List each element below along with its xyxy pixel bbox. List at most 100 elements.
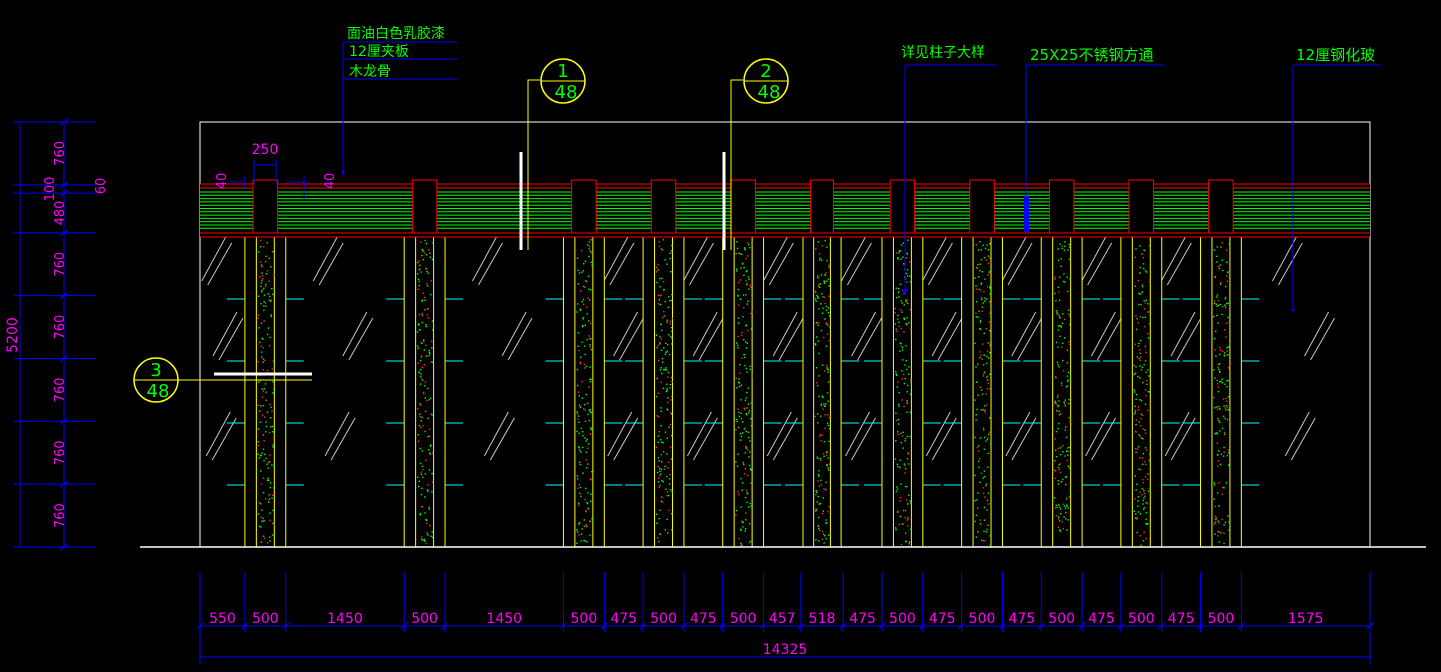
column-infill-dot bbox=[742, 421, 744, 423]
column-infill-dot bbox=[827, 371, 829, 373]
column-infill-dot bbox=[661, 357, 664, 360]
column-infill-dot bbox=[422, 258, 424, 261]
column-infill-dot bbox=[1057, 312, 1059, 315]
column-infill-dot bbox=[1055, 341, 1058, 344]
column-infill-dot bbox=[906, 519, 908, 521]
column-infill-dot bbox=[748, 456, 750, 458]
column-infill-dot bbox=[660, 407, 662, 409]
column-infill-dot bbox=[1056, 311, 1058, 314]
column-infill-dot bbox=[900, 327, 902, 330]
column-infill-dot bbox=[268, 432, 271, 434]
column-infill-dot bbox=[745, 341, 747, 343]
column-infill-dot bbox=[818, 352, 820, 355]
column-infill-dot bbox=[267, 327, 270, 329]
column-infill-dot bbox=[894, 307, 896, 310]
column-infill-dot bbox=[901, 346, 904, 349]
column-infill-dot bbox=[989, 330, 991, 332]
column-infill-dot bbox=[1214, 505, 1216, 508]
column-infill-dot bbox=[977, 492, 979, 494]
column-infill-dot bbox=[735, 428, 737, 431]
column-infill-dot bbox=[1144, 360, 1147, 362]
column-infill-dot bbox=[821, 530, 824, 533]
column-infill-dot bbox=[900, 244, 903, 246]
column-infill-dot bbox=[743, 473, 746, 475]
column-infill-dot bbox=[272, 251, 274, 253]
column-infill-dot bbox=[426, 285, 429, 287]
column-infill-dot bbox=[824, 274, 826, 276]
column-infill-dot bbox=[670, 399, 672, 401]
column-infill-dot bbox=[1215, 517, 1218, 519]
column-infill-dot bbox=[746, 303, 748, 305]
column-infill-dot bbox=[273, 388, 275, 390]
column-infill-dot bbox=[261, 337, 263, 340]
column-infill-dot bbox=[979, 458, 981, 460]
column-infill-dot bbox=[666, 321, 668, 323]
column-infill-dot bbox=[745, 280, 747, 282]
column-infill-dot bbox=[263, 305, 265, 307]
column-infill-dot bbox=[1221, 382, 1223, 384]
hdim-label: 475 bbox=[1168, 611, 1195, 627]
column-infill-dot bbox=[1138, 303, 1140, 306]
column-infill-dot bbox=[419, 403, 421, 405]
column-infill-dot bbox=[1069, 421, 1071, 423]
column-infill-dot bbox=[1213, 523, 1215, 525]
column-infill-dot bbox=[589, 411, 591, 413]
column-infill-dot bbox=[827, 400, 829, 402]
column-infill-dot bbox=[1139, 535, 1141, 537]
column-infill-dot bbox=[1217, 322, 1219, 324]
column-infill-dot bbox=[1060, 326, 1063, 328]
column-infill-dot bbox=[266, 369, 269, 372]
column-infill-dot bbox=[744, 452, 746, 454]
column-infill-dot bbox=[418, 485, 420, 488]
column-infill-dot bbox=[1217, 383, 1219, 385]
column-infill-dot bbox=[1218, 482, 1220, 484]
column-infill-dot bbox=[1137, 322, 1139, 324]
column-infill-dot bbox=[828, 428, 831, 430]
column-infill-dot bbox=[982, 375, 984, 377]
column-infill-dot bbox=[1144, 461, 1146, 463]
vdim-label: 760 bbox=[53, 252, 68, 277]
column-infill-dot bbox=[825, 403, 827, 405]
column-infill-dot bbox=[905, 301, 908, 304]
column-infill-dot bbox=[669, 489, 672, 491]
column-infill-dot bbox=[582, 270, 585, 272]
column-infill-dot bbox=[1223, 431, 1226, 434]
column-infill-dot bbox=[748, 464, 751, 467]
column-infill-dot bbox=[818, 375, 820, 377]
column-infill-dot bbox=[817, 495, 819, 498]
column-infill-dot bbox=[665, 342, 667, 344]
column-infill-dot bbox=[1224, 329, 1226, 331]
column-infill-dot bbox=[826, 259, 828, 262]
column-infill-dot bbox=[266, 270, 269, 272]
column-infill-dot bbox=[426, 519, 428, 522]
column-infill-dot bbox=[738, 411, 740, 414]
column-infill-dot bbox=[902, 447, 904, 449]
column-infill-dot bbox=[987, 524, 989, 526]
column-infill-dot bbox=[1054, 276, 1056, 278]
column-infill-dot bbox=[990, 303, 992, 305]
column-infill-dot bbox=[1064, 399, 1066, 401]
column bbox=[642, 236, 685, 548]
column-infill-dot bbox=[270, 299, 272, 301]
column-infill-dot bbox=[586, 502, 589, 505]
column-infill-dot bbox=[825, 305, 827, 308]
column-infill-dot bbox=[901, 311, 903, 313]
column-infill-dot bbox=[582, 435, 584, 437]
column-infill-dot bbox=[747, 431, 749, 434]
column-infill-dot bbox=[1220, 283, 1222, 285]
column-infill-dot bbox=[1226, 454, 1229, 457]
column-infill-dot bbox=[430, 444, 432, 446]
column-infill-dot bbox=[663, 347, 665, 349]
column-infill-dot bbox=[1139, 339, 1142, 342]
column-infill-dot bbox=[579, 449, 581, 451]
column-infill-dot bbox=[268, 479, 270, 482]
column-infill-dot bbox=[272, 444, 274, 446]
column-infill-dot bbox=[590, 349, 592, 351]
column-infill-dot bbox=[895, 440, 897, 442]
column-infill-dot bbox=[427, 435, 429, 438]
column-infill-dot bbox=[1149, 375, 1151, 378]
column-infill-dot bbox=[661, 361, 664, 363]
column-infill-dot bbox=[427, 417, 429, 419]
column-infill-dot bbox=[671, 381, 673, 383]
column-infill-dot bbox=[1140, 303, 1142, 306]
